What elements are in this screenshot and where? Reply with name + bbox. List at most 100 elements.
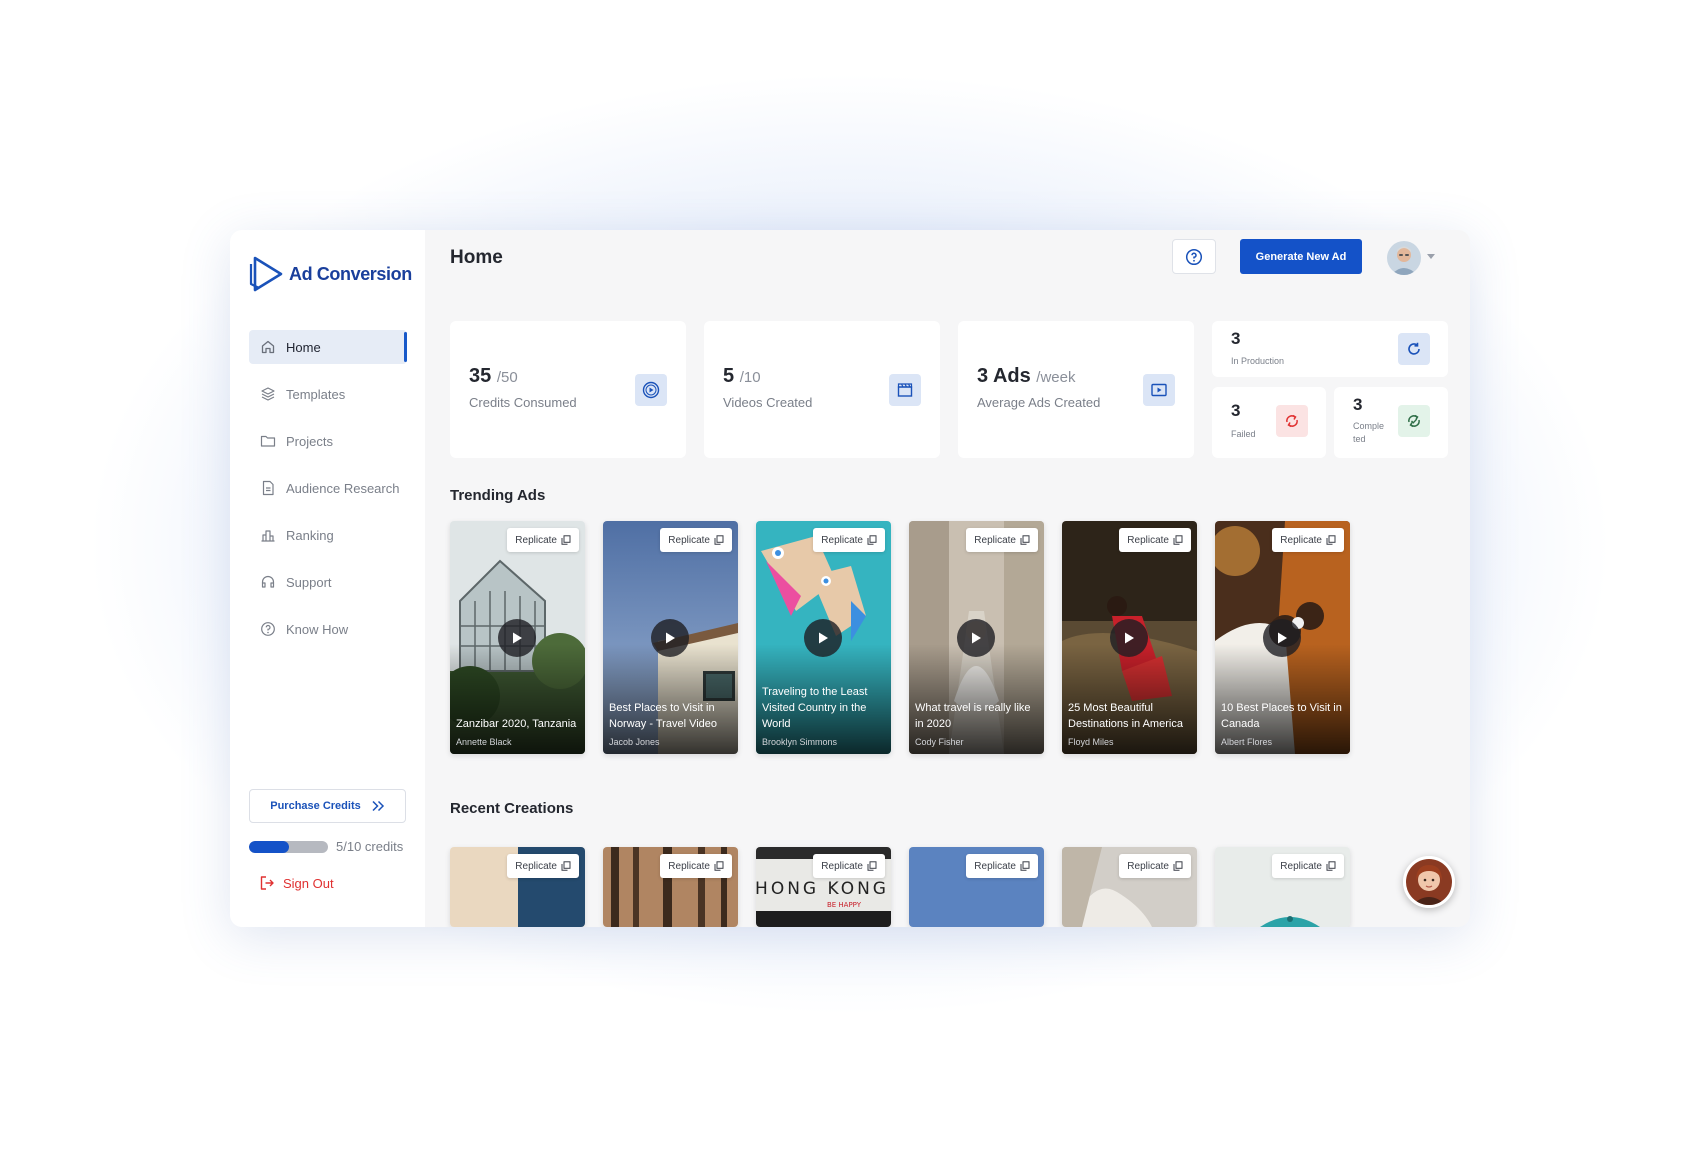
replicate-button[interactable]: Replicate bbox=[813, 528, 885, 552]
sign-out-button[interactable]: Sign Out bbox=[259, 875, 334, 891]
double-chevron-right-icon bbox=[372, 800, 384, 812]
svg-text:HONG KONG: HONG KONG bbox=[756, 879, 889, 899]
logo-play-icon bbox=[249, 256, 283, 292]
replicate-button[interactable]: Replicate bbox=[1272, 854, 1344, 878]
stat-card-credits: 35 /50 Credits Consumed bbox=[450, 321, 686, 458]
trending-card-6[interactable]: Replicate 10 Best Places to Visit in Can… bbox=[1215, 521, 1350, 754]
sidebar-item-projects[interactable]: Projects bbox=[249, 424, 407, 458]
help-button[interactable] bbox=[1172, 239, 1216, 274]
sidebar: Ad Conversion Home Templates Projects Au… bbox=[230, 230, 425, 927]
card-author: Jacob Jones bbox=[609, 737, 660, 747]
bar-chart-icon bbox=[261, 530, 275, 542]
recent-card-2[interactable]: Replicate bbox=[603, 847, 738, 927]
play-button[interactable] bbox=[957, 619, 995, 657]
play-icon bbox=[972, 632, 981, 644]
sync-completed-icon bbox=[1398, 405, 1430, 437]
sidebar-item-label: Templates bbox=[286, 386, 346, 402]
status-value: 3 bbox=[1353, 395, 1363, 414]
stat-label: Credits Consumed bbox=[469, 395, 577, 410]
copy-icon bbox=[1326, 861, 1336, 871]
sidebar-item-support[interactable]: Support bbox=[249, 565, 407, 599]
play-button[interactable] bbox=[651, 619, 689, 657]
status-label: In Production bbox=[1231, 356, 1285, 366]
copy-icon bbox=[561, 861, 571, 871]
refresh-icon[interactable] bbox=[1398, 333, 1430, 365]
sidebar-nav: Home Templates Projects Audience Researc… bbox=[249, 330, 407, 659]
card-title: 25 Most Beautiful Destinations in Americ… bbox=[1068, 702, 1183, 730]
copy-icon bbox=[1326, 535, 1336, 545]
assistant-avatar[interactable] bbox=[1403, 856, 1455, 908]
stat-label: Average Ads Created bbox=[977, 395, 1101, 410]
sidebar-item-ranking[interactable]: Ranking bbox=[249, 518, 407, 552]
play-button[interactable] bbox=[804, 619, 842, 657]
play-icon bbox=[513, 632, 522, 644]
play-button[interactable] bbox=[1110, 619, 1148, 657]
card-title: Best Places to Visit in Norway - Travel … bbox=[609, 702, 718, 730]
trending-card-4[interactable]: Replicate What travel is really like in … bbox=[909, 521, 1044, 754]
sidebar-item-label: Know How bbox=[286, 621, 349, 637]
card-title: Traveling to the Least Visited Country i… bbox=[762, 686, 868, 730]
stat-card-ads: 3 Ads /week Average Ads Created bbox=[958, 321, 1194, 458]
copy-icon bbox=[867, 861, 877, 871]
replicate-button[interactable]: Replicate bbox=[1272, 528, 1344, 552]
status-value: 3 bbox=[1231, 401, 1241, 420]
play-button[interactable] bbox=[1263, 619, 1301, 657]
sidebar-item-audience-research[interactable]: Audience Research bbox=[249, 471, 407, 505]
sign-out-icon bbox=[260, 876, 274, 890]
replicate-button[interactable]: Replicate bbox=[1119, 528, 1191, 552]
replicate-button[interactable]: Replicate bbox=[966, 528, 1038, 552]
card-title: What travel is really like in 2020 bbox=[915, 702, 1031, 730]
status-in-production: 3 In Production bbox=[1212, 321, 1448, 377]
replicate-button[interactable]: Replicate bbox=[660, 528, 732, 552]
trending-card-2[interactable]: Replicate Best Places to Visit in Norway… bbox=[603, 521, 738, 754]
replicate-button[interactable]: Replicate bbox=[507, 854, 579, 878]
card-author: Brooklyn Simmons bbox=[762, 737, 838, 747]
replicate-button[interactable]: Replicate bbox=[813, 854, 885, 878]
folder-icon bbox=[260, 435, 276, 447]
chevron-down-icon[interactable] bbox=[1427, 254, 1435, 259]
recent-card-5[interactable]: Replicate bbox=[1062, 847, 1197, 927]
sidebar-item-templates[interactable]: Templates bbox=[249, 377, 407, 411]
play-button[interactable] bbox=[498, 619, 536, 657]
credits-usage: 5/10 credits bbox=[249, 839, 403, 854]
video-play-icon bbox=[1143, 374, 1175, 406]
stat-value: 3 Ads /week bbox=[977, 365, 1076, 387]
status-label: Failed bbox=[1231, 429, 1256, 439]
status-completed: 3 Comple ted bbox=[1334, 387, 1448, 458]
user-avatar[interactable] bbox=[1387, 241, 1421, 275]
recent-card-6[interactable]: Replicate bbox=[1215, 847, 1350, 927]
question-icon bbox=[261, 622, 275, 636]
headset-icon bbox=[261, 575, 275, 588]
purchase-credits-button[interactable]: Purchase Credits bbox=[249, 789, 406, 823]
recent-card-4[interactable]: Replicate bbox=[909, 847, 1044, 927]
logo-text: Ad Conversion bbox=[289, 263, 412, 284]
trending-card-5[interactable]: Replicate 25 Most Beautiful Destinations… bbox=[1062, 521, 1197, 754]
recent-card-1[interactable]: Replicate bbox=[450, 847, 585, 927]
status-failed: 3 Failed bbox=[1212, 387, 1326, 458]
replicate-button[interactable]: Replicate bbox=[660, 854, 732, 878]
copy-icon bbox=[1020, 535, 1030, 545]
stat-value: 35 /50 bbox=[469, 365, 518, 387]
sidebar-item-label: Projects bbox=[286, 433, 333, 449]
credits-icon bbox=[635, 374, 667, 406]
credits-progress-fill bbox=[249, 840, 289, 853]
replicate-button[interactable]: Replicate bbox=[1119, 854, 1191, 878]
card-title: Zanzibar 2020, Tanzania bbox=[456, 718, 577, 730]
sidebar-item-label: Support bbox=[286, 574, 332, 590]
play-icon bbox=[1278, 632, 1287, 644]
credits-progress-bar bbox=[249, 840, 328, 853]
generate-new-ad-button[interactable]: Generate New Ad bbox=[1240, 239, 1362, 274]
sidebar-item-know-how[interactable]: Know How bbox=[249, 612, 407, 646]
replicate-button[interactable]: Replicate bbox=[507, 528, 579, 552]
card-author: Albert Flores bbox=[1221, 737, 1273, 747]
trending-card-1[interactable]: Replicate Zanzibar 2020, Tanzania Annett… bbox=[450, 521, 585, 754]
copy-icon bbox=[714, 535, 724, 545]
sidebar-item-home[interactable]: Home bbox=[249, 330, 407, 364]
recent-card-3[interactable]: HONG KONG BE HAPPY Replicate bbox=[756, 847, 891, 927]
trending-card-3[interactable]: Replicate Traveling to the Least Visited… bbox=[756, 521, 891, 754]
layers-icon bbox=[261, 387, 275, 401]
card-author: Annette Black bbox=[456, 737, 512, 747]
replicate-button[interactable]: Replicate bbox=[966, 854, 1038, 878]
purchase-credits-label: Purchase Credits bbox=[270, 800, 361, 812]
logo[interactable]: Ad Conversion bbox=[249, 254, 412, 294]
